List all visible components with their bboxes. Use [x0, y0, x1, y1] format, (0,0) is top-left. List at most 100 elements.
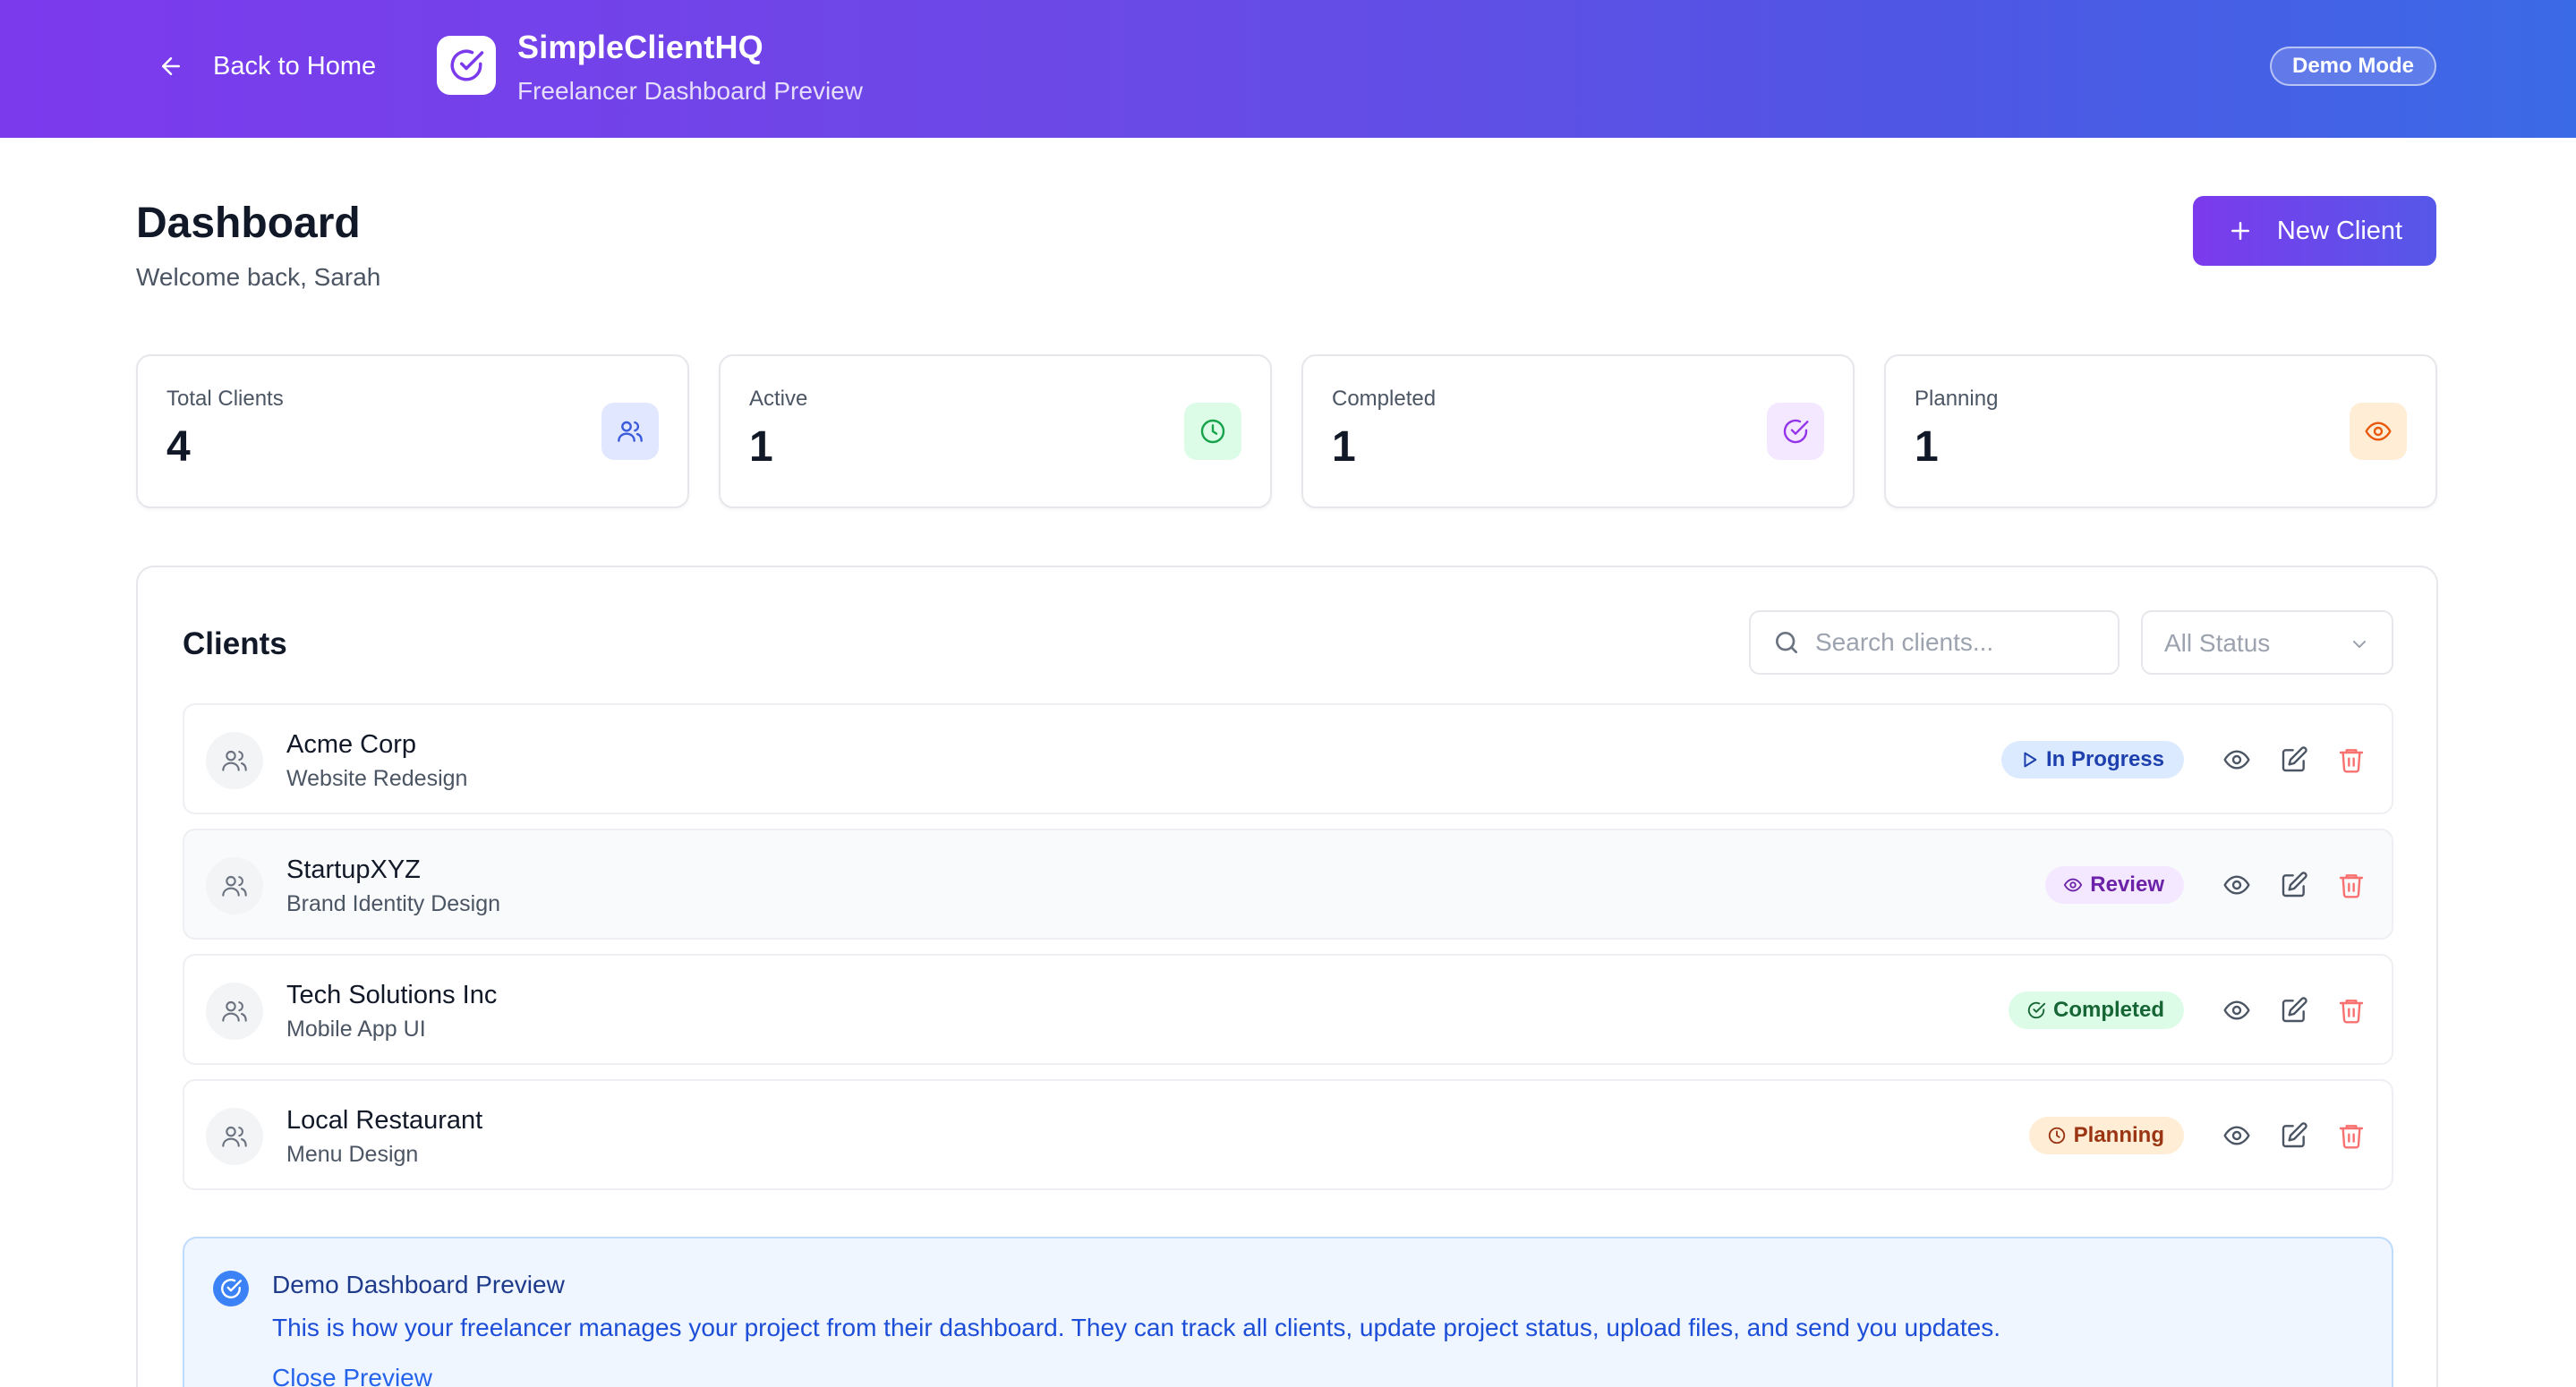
trash-icon [2339, 874, 2364, 898]
client-avatar [206, 857, 263, 915]
demo-preview-notice: Demo Dashboard Preview This is how your … [183, 1237, 2393, 1387]
status-label: Completed [2052, 998, 2164, 1022]
client-project: Website Redesign [286, 766, 468, 791]
stat-label: Completed [1332, 387, 1437, 411]
edit-icon [2282, 872, 2307, 898]
check-circle-icon [1783, 419, 1809, 444]
view-client-button[interactable] [2220, 743, 2254, 777]
page-title: Dashboard [136, 200, 361, 247]
status-label: Review [2090, 872, 2164, 897]
status-badge: Review [2045, 866, 2184, 904]
edit-client-button[interactable] [2277, 743, 2311, 777]
delete-client-button[interactable] [2334, 993, 2368, 1027]
notice-title: Demo Dashboard Preview [272, 1271, 565, 1298]
stat-value: 1 [749, 423, 773, 471]
clients-panel-title: Clients [183, 626, 287, 661]
edit-client-button[interactable] [2277, 993, 2311, 1027]
brand-title: SimpleClientHQ [517, 29, 763, 65]
eye-icon [2223, 875, 2250, 895]
status-filter-select[interactable]: All Status [2141, 610, 2393, 675]
demo-mode-badge: Demo Mode [2270, 47, 2436, 86]
view-client-button[interactable] [2220, 868, 2254, 902]
clock-icon [2048, 1127, 2065, 1144]
status-badge: In Progress [2000, 741, 2184, 779]
stat-value: 1 [1915, 423, 1939, 471]
status-badge: Completed [2008, 991, 2184, 1029]
client-avatar [206, 732, 263, 789]
client-name: Local Restaurant [286, 1106, 483, 1135]
delete-client-button[interactable] [2334, 868, 2368, 902]
eye-icon [2223, 750, 2250, 770]
status-label: Planning [2073, 1123, 2164, 1147]
brand-subtitle: Freelancer Dashboard Preview [517, 77, 863, 105]
search-box [1749, 610, 2120, 675]
stat-card-total-clients: Total Clients 4 [136, 354, 689, 508]
client-avatar [206, 983, 263, 1040]
close-preview-link[interactable]: Close Preview [272, 1364, 432, 1387]
clients-panel: Clients All Status Acme Corp Website Red… [136, 566, 2438, 1387]
arrow-left-icon [162, 57, 180, 75]
trash-icon [2339, 1125, 2364, 1149]
back-to-home-link[interactable]: Back to Home [158, 45, 376, 88]
stat-card-active: Active 1 [719, 354, 1272, 508]
status-badge: Planning [2028, 1117, 2184, 1154]
client-row[interactable]: Local Restaurant Menu Design Planning [183, 1079, 2393, 1190]
stat-value: 1 [1332, 423, 1356, 471]
stat-card-planning: Planning 1 [1884, 354, 2437, 508]
eye-icon [2365, 421, 2392, 441]
client-project: Brand Identity Design [286, 891, 501, 916]
new-client-button[interactable]: New Client [2193, 196, 2436, 266]
search-input[interactable] [1815, 625, 2102, 660]
users-icon [222, 750, 247, 771]
stat-label: Total Clients [166, 387, 284, 411]
edit-client-button[interactable] [2277, 1119, 2311, 1153]
users-icon [222, 875, 247, 897]
check-circle-icon [2027, 1001, 2046, 1019]
client-name: StartupXYZ [286, 855, 421, 884]
notice-text: This is how your freelancer manages your… [272, 1314, 2000, 1341]
edit-icon [2282, 997, 2307, 1023]
notice-icon-badge [213, 1271, 249, 1306]
stat-label: Planning [1915, 387, 1999, 411]
stat-card-completed: Completed 1 [1301, 354, 1855, 508]
edit-client-button[interactable] [2277, 868, 2311, 902]
edit-icon [2282, 746, 2307, 772]
client-row[interactable]: StartupXYZ Brand Identity Design Review [183, 829, 2393, 940]
users-icon [222, 1000, 247, 1022]
client-project: Menu Design [286, 1142, 419, 1167]
trash-icon [2339, 749, 2364, 773]
users-icon [222, 1126, 247, 1147]
plus-icon [2231, 222, 2249, 240]
stat-icon-box [1184, 403, 1241, 460]
status-label: In Progress [2045, 747, 2164, 771]
status-filter-value: All Status [2164, 629, 2271, 657]
stat-icon-box [2350, 403, 2407, 460]
stat-label: Active [749, 387, 808, 411]
trash-icon [2339, 1000, 2364, 1024]
top-bar: Back to Home SimpleClientHQ Freelancer D… [0, 0, 2576, 138]
delete-client-button[interactable] [2334, 1119, 2368, 1153]
view-client-button[interactable] [2220, 1119, 2254, 1153]
check-circle-icon [450, 49, 484, 81]
stat-value: 4 [166, 423, 191, 471]
stat-icon-box [1767, 403, 1824, 460]
client-row[interactable]: Tech Solutions Inc Mobile App UI Complet… [183, 954, 2393, 1065]
eye-icon [2223, 1126, 2250, 1145]
chevron-down-icon [2353, 641, 2366, 648]
client-avatar [206, 1108, 263, 1165]
search-icon [1776, 632, 1797, 653]
delete-client-button[interactable] [2334, 743, 2368, 777]
client-name: Acme Corp [286, 730, 417, 759]
back-link-label: Back to Home [213, 51, 377, 81]
client-project: Mobile App UI [286, 1017, 426, 1042]
edit-icon [2282, 1122, 2307, 1148]
client-name: Tech Solutions Inc [286, 981, 498, 1009]
client-row[interactable]: Acme Corp Website Redesign In Progress [183, 703, 2393, 814]
view-client-button[interactable] [2220, 993, 2254, 1027]
play-icon [2024, 752, 2037, 768]
welcome-message: Welcome back, Sarah [136, 263, 381, 291]
check-circle-icon [221, 1279, 243, 1298]
stat-icon-box [601, 403, 659, 460]
eye-icon [2223, 1000, 2250, 1020]
new-client-label: New Client [2276, 216, 2403, 245]
